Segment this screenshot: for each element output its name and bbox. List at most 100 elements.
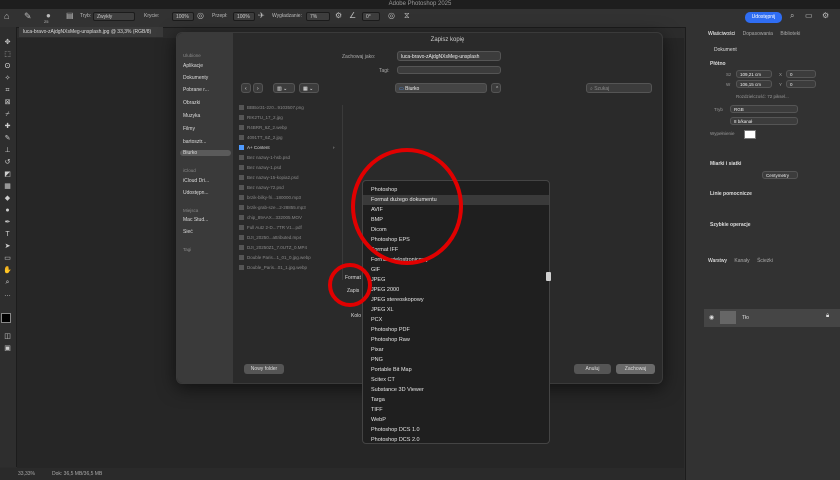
list-item[interactable]: brzik-bilky-fri...180000.mp3 bbox=[239, 195, 301, 201]
blur-tool-icon[interactable]: ◆ bbox=[3, 195, 12, 202]
mode-select[interactable]: Zwykły bbox=[93, 12, 135, 21]
forward-button[interactable]: › bbox=[253, 83, 263, 93]
marquee-tool-icon[interactable]: ⬚ bbox=[3, 51, 12, 58]
expand-button[interactable]: ⌃ bbox=[491, 83, 501, 93]
dodge-tool-icon[interactable]: ● bbox=[3, 207, 12, 214]
lasso-tool-icon[interactable]: ʘ bbox=[3, 63, 12, 70]
history-brush-tool-icon[interactable]: ↺ bbox=[3, 159, 12, 166]
foreground-color-swatch[interactable] bbox=[1, 313, 11, 323]
eraser-tool-icon[interactable]: ◩ bbox=[3, 171, 12, 178]
menu-item-jpeg-2000[interactable]: JPEG 2000 bbox=[363, 285, 549, 295]
units-select[interactable]: Centymetry bbox=[762, 171, 798, 179]
view-mode-button[interactable]: ▥ ⌄ bbox=[273, 83, 295, 93]
shape-tool-icon[interactable]: ▭ bbox=[3, 255, 12, 262]
menu-item-jpeg[interactable]: JPEG bbox=[363, 275, 549, 285]
crop-tool-icon[interactable]: ⌗ bbox=[3, 87, 12, 94]
menu-item-tiff[interactable]: TIFF bbox=[363, 405, 549, 415]
menu-item-photoshop-raw[interactable]: Photoshop Raw bbox=[363, 335, 549, 345]
screen-mode-icon[interactable]: ▣ bbox=[3, 345, 12, 352]
menu-item-portable-bit-map[interactable]: Portable Bit Map bbox=[363, 365, 549, 375]
sidebar-item-pictures[interactable]: Obrazki bbox=[183, 100, 200, 106]
smoothing-input[interactable]: 7% bbox=[306, 12, 330, 21]
format-popup-arrow[interactable] bbox=[546, 272, 551, 281]
path-selection-tool-icon[interactable]: ➤ bbox=[3, 243, 12, 250]
list-item[interactable]: brzik-grab-sze...2-28855.mp3 bbox=[239, 205, 306, 211]
opacity-input[interactable]: 100% bbox=[172, 12, 194, 21]
move-tool-icon[interactable]: ✥ bbox=[3, 39, 12, 46]
canvas-height-input[interactable]: 106,15 cm bbox=[736, 80, 772, 88]
sidebar-item-music[interactable]: Muzyka bbox=[183, 113, 200, 119]
tab-paths[interactable]: Ścieżki bbox=[757, 258, 773, 264]
list-item[interactable]: Bez nazwy-15-kopia2.psd bbox=[239, 175, 299, 181]
canvas-width-input[interactable]: 109,21 cm bbox=[736, 70, 772, 78]
list-item[interactable]: Bez nazwy-1.psd bbox=[239, 165, 281, 171]
zoom-level[interactable]: 33,33% bbox=[18, 468, 35, 480]
canvas-section-title[interactable]: Płótno bbox=[710, 61, 726, 67]
visibility-eye-icon[interactable]: ◉ bbox=[709, 314, 714, 321]
list-item[interactable]: Bez nazwy-1-hsb.psd bbox=[239, 155, 290, 161]
tab-libraries[interactable]: Biblioteki bbox=[780, 31, 800, 37]
sidebar-item-downloads[interactable]: Pobrane r... bbox=[183, 87, 209, 93]
healing-tool-icon[interactable]: ✚ bbox=[3, 123, 12, 130]
zoom-tool-icon[interactable]: ⌕ bbox=[3, 279, 12, 286]
stamp-tool-icon[interactable]: ⊥ bbox=[3, 147, 12, 154]
sidebar-item-desktop[interactable]: Biurko bbox=[180, 150, 231, 156]
folder-item[interactable]: A+ Content › bbox=[239, 145, 335, 151]
sidebar-item-shared[interactable]: Udostępn... bbox=[183, 190, 209, 196]
list-item[interactable]: DJI_20250Z1_7.0UTZ_0.MP4 bbox=[239, 245, 307, 251]
workspace-icon[interactable]: ▭ bbox=[805, 11, 813, 20]
type-tool-icon[interactable]: T bbox=[3, 231, 12, 238]
tab-layers[interactable]: Warstwy bbox=[708, 258, 727, 264]
bit-depth-select[interactable]: 8 b/kanał bbox=[730, 117, 798, 125]
tab-adjustments[interactable]: Dopasowania bbox=[743, 31, 773, 37]
home-icon[interactable]: ⌂ bbox=[4, 11, 9, 21]
pressure-opacity-icon[interactable]: ◎ bbox=[197, 11, 204, 20]
sidebar-item-icloud-drive[interactable]: iCloud Dri... bbox=[183, 178, 209, 184]
frame-tool-icon[interactable]: ⊠ bbox=[3, 99, 12, 106]
eyedropper-tool-icon[interactable]: ⌿ bbox=[3, 111, 12, 118]
brush-tool-icon[interactable]: ✎ bbox=[3, 135, 12, 142]
list-item[interactable]: 4091TT_6Z_2.jpg bbox=[239, 135, 283, 141]
airbrush-icon[interactable]: ✈ bbox=[258, 11, 265, 20]
more-tools-icon[interactable]: … bbox=[3, 291, 12, 298]
sidebar-item-documents[interactable]: Dokumenty bbox=[183, 75, 208, 81]
menu-item-dcs-1[interactable]: Photoshop DCS 1.0 bbox=[363, 425, 549, 435]
sidebar-item-mac-studio[interactable]: Mac Stud... bbox=[183, 217, 208, 223]
menu-item-targa[interactable]: Targa bbox=[363, 395, 549, 405]
brush-settings-icon[interactable]: ▤ bbox=[66, 11, 74, 20]
canvas-y-input[interactable]: 0 bbox=[786, 80, 816, 88]
lock-icon[interactable]: 🔒︎ bbox=[826, 313, 829, 320]
quick-mask-icon[interactable]: ◫ bbox=[3, 333, 12, 340]
menu-item-scitex-ct[interactable]: Scitex CT bbox=[363, 375, 549, 385]
brush-tool-icon[interactable]: ✎ bbox=[24, 11, 32, 22]
menu-item-photoshop-pdf[interactable]: Photoshop PDF bbox=[363, 325, 549, 335]
tags-input[interactable] bbox=[397, 66, 501, 74]
search-icon[interactable]: ⌕ bbox=[790, 11, 794, 21]
menu-item-jpeg-stereo[interactable]: JPEG stereoskopowy bbox=[363, 295, 549, 305]
list-item[interactable]: DJI_20250...attributed.mp4 bbox=[239, 235, 301, 241]
list-item[interactable]: Bez nazwy-72.psd bbox=[239, 185, 284, 191]
menu-item-gif[interactable]: GIF bbox=[363, 265, 549, 275]
cancel-button[interactable]: Anuluj bbox=[574, 364, 611, 374]
new-folder-button[interactable]: Nowy folder bbox=[244, 364, 284, 374]
canvas-x-input[interactable]: 0 bbox=[786, 70, 816, 78]
group-button[interactable]: ▦ ⌄ bbox=[299, 83, 319, 93]
location-select[interactable]: ▭ Biurko bbox=[395, 83, 487, 93]
list-item[interactable]: Double_Paris...01_1.jpg.webp bbox=[239, 265, 307, 271]
sidebar-item-movies[interactable]: Filmy bbox=[183, 126, 195, 132]
menu-item-pixar[interactable]: Pixar bbox=[363, 345, 549, 355]
angle-icon[interactable]: ∠ bbox=[349, 11, 356, 20]
menu-item-substance-3d-viewer[interactable]: Substance 3D Viewer bbox=[363, 385, 549, 395]
angle-input[interactable]: 0° bbox=[362, 12, 380, 21]
rulers-section-title[interactable]: Miarki i siatki bbox=[710, 161, 741, 167]
tab-channels[interactable]: Kanały bbox=[734, 258, 749, 264]
sidebar-item-applications[interactable]: Aplikacje bbox=[183, 63, 203, 69]
menu-item-webp[interactable]: WebP bbox=[363, 415, 549, 425]
save-button[interactable]: Zachowaj bbox=[616, 364, 655, 374]
layer-row[interactable]: ◉ Tło 🔒︎ bbox=[704, 309, 840, 327]
menu-item-jpeg-xl[interactable]: JPEG XL bbox=[363, 305, 549, 315]
hand-tool-icon[interactable]: ✋ bbox=[3, 267, 12, 274]
list-item[interactable]: chip_89AAX...332005.MOV bbox=[239, 215, 302, 221]
quick-actions-title[interactable]: Szybkie operacje bbox=[710, 222, 751, 228]
pen-tool-icon[interactable]: ✒ bbox=[3, 219, 12, 226]
